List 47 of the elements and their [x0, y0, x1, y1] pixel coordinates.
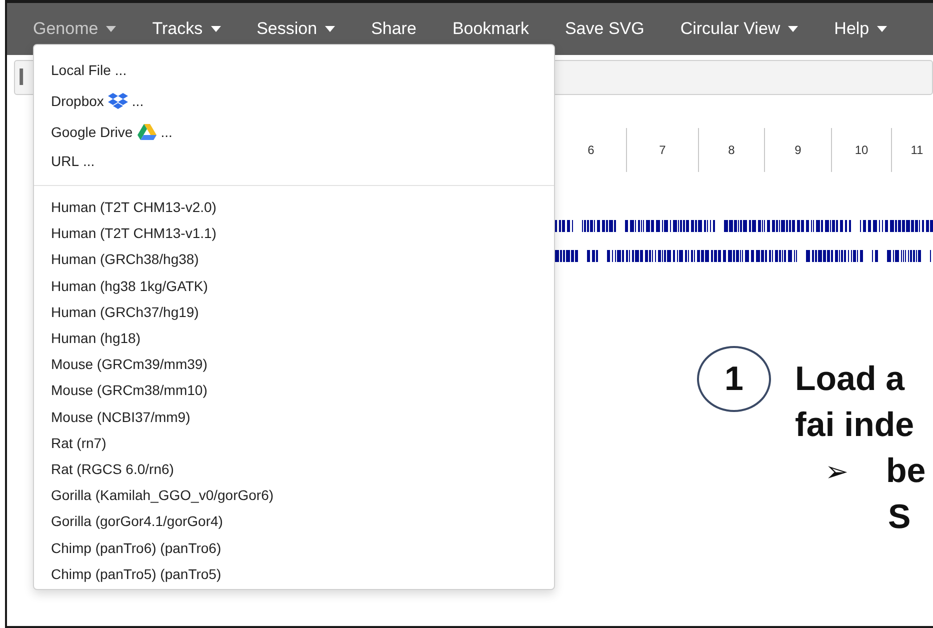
ruler-label: 10 — [854, 143, 868, 157]
menu-item[interactable]: Rat (RGCS 6.0/rn6) — [34, 456, 554, 482]
menu-item[interactable]: Chimp (panTro6) (panTro6) — [34, 534, 554, 561]
menu-item[interactable]: Local File ... — [34, 55, 554, 85]
ruler-label: 9 — [794, 143, 802, 157]
step-number: 1 — [697, 346, 771, 412]
menu-button[interactable]: Save SVG — [564, 19, 658, 39]
menu-button[interactable]: Share — [371, 19, 430, 39]
ruler-label: 8 — [728, 143, 735, 157]
ruler-label: 6 — [588, 143, 594, 157]
instruction-text: be — [886, 452, 926, 490]
instruction-text: S — [888, 498, 911, 536]
menu-item[interactable]: Human (hg18) — [34, 324, 554, 352]
ruler-label: 11 — [910, 143, 924, 157]
menu-item[interactable]: Chimp (panTro5) (panTro5) — [34, 560, 554, 587]
menu-item[interactable]: Mouse (NCBI37/mm9) — [34, 404, 554, 430]
caret-icon — [106, 26, 116, 32]
menu-button[interactable]: Tracks — [152, 19, 235, 39]
menu-item[interactable]: Human (T2T CHM13-v2.0) — [34, 194, 554, 220]
menu-item[interactable]: Gorilla (gorGor4.1/gorGor4) — [34, 508, 554, 534]
instruction-text: Load a — [795, 360, 905, 398]
ruler-label: 7 — [659, 143, 666, 157]
toolbar-text: I — [18, 64, 25, 92]
menu-item[interactable]: Mouse (GRCm39/mm39) — [34, 351, 554, 378]
dropbox-icon — [108, 92, 128, 110]
menu-item[interactable]: Human (T2T CHM13-v1.1) — [34, 220, 554, 246]
menu-button[interactable]: Session — [256, 19, 350, 39]
bullet-arrow: ➢ — [825, 454, 848, 488]
menu-button[interactable]: Genome — [33, 19, 130, 39]
menu-item[interactable]: Human (GRCh38/hg38) — [34, 246, 554, 273]
caret-icon — [877, 26, 888, 32]
menu-item[interactable]: Mouse (GRCm38/mm10) — [34, 377, 554, 404]
drive-icon — [136, 123, 157, 141]
menu-button[interactable]: Circular View — [680, 19, 812, 39]
instruction-text: fai inde — [795, 406, 914, 444]
menu-button[interactable]: Help — [834, 19, 902, 39]
menu-item[interactable]: Human (GRCh37/hg19) — [34, 298, 554, 325]
menu-item[interactable]: URL ... — [34, 147, 554, 175]
menu-item[interactable]: Dropbox ... — [34, 85, 554, 117]
caret-icon — [325, 26, 336, 32]
menu-item[interactable]: Rat (rn7) — [34, 430, 554, 456]
menu-button[interactable]: Bookmark — [452, 19, 543, 39]
menu-item[interactable]: Gorilla (Kamilah_GGO_v0/gorGor6) — [34, 482, 554, 508]
menu-item[interactable]: Google Drive ... — [34, 117, 554, 147]
caret-icon — [788, 26, 798, 32]
caret-icon — [210, 26, 221, 32]
menu-item[interactable]: Human (hg38 1kg/GATK) — [34, 272, 554, 299]
